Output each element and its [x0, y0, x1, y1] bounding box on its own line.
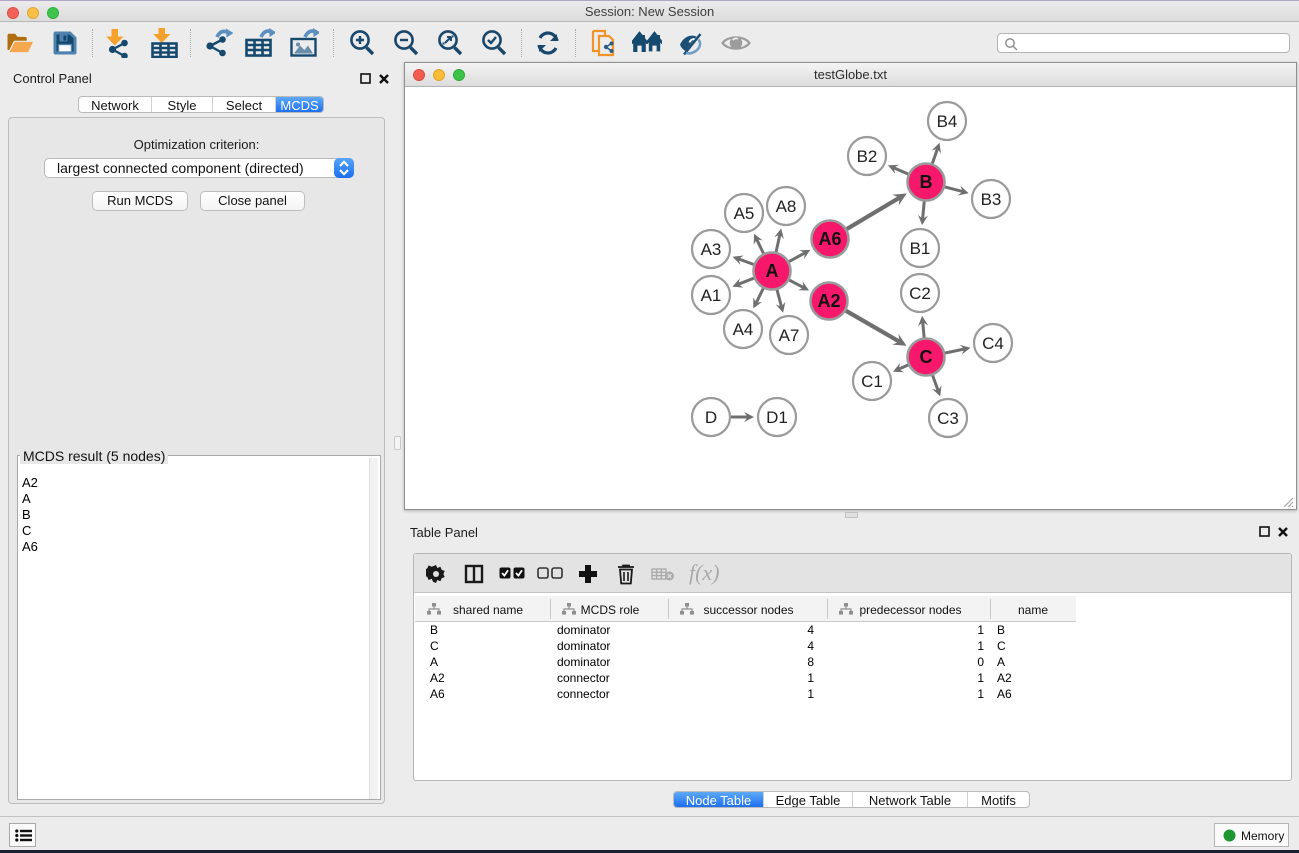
svg-text:C2: C2	[909, 284, 931, 303]
svg-text:A5: A5	[734, 204, 755, 223]
svg-text:D1: D1	[766, 408, 788, 427]
svg-text:C4: C4	[982, 334, 1004, 353]
svg-text:A2: A2	[817, 291, 840, 311]
svg-text:A3: A3	[701, 240, 722, 259]
svg-text:C3: C3	[937, 409, 959, 428]
svg-text:B: B	[920, 172, 933, 192]
svg-text:D: D	[705, 408, 717, 427]
svg-text:A4: A4	[733, 320, 754, 339]
svg-text:A7: A7	[779, 326, 800, 345]
svg-text:C: C	[920, 347, 933, 367]
svg-text:B4: B4	[937, 112, 958, 131]
svg-text:A6: A6	[818, 229, 841, 249]
svg-text:A8: A8	[776, 197, 797, 216]
svg-text:B2: B2	[857, 147, 878, 166]
svg-text:A: A	[766, 261, 779, 281]
svg-text:C1: C1	[861, 372, 883, 391]
svg-text:B3: B3	[981, 190, 1002, 209]
svg-text:B1: B1	[910, 239, 931, 258]
svg-text:A1: A1	[701, 286, 722, 305]
